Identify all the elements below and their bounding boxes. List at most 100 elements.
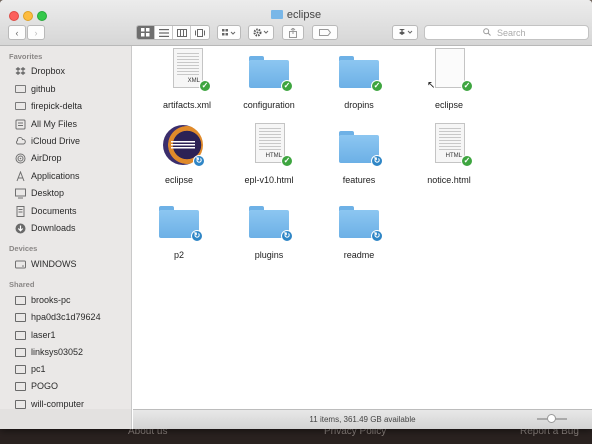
all-files-icon bbox=[15, 119, 26, 129]
sidebar-item-windows[interactable]: WINDOWS bbox=[15, 256, 131, 272]
icon-size-slider[interactable] bbox=[537, 414, 567, 423]
applications-icon bbox=[16, 170, 25, 181]
file-name: eclipse bbox=[164, 175, 193, 185]
sidebar-item-desktop[interactable]: Desktop bbox=[15, 185, 131, 201]
sidebar-item-label: Applications bbox=[31, 171, 80, 181]
sidebar-item-applications[interactable]: Applications bbox=[15, 168, 131, 184]
file-ext-label: XML bbox=[187, 78, 200, 84]
action-button[interactable] bbox=[248, 25, 274, 40]
dropbox-icon bbox=[399, 29, 413, 35]
sidebar-item-label: pc1 bbox=[31, 364, 46, 374]
monitor-icon bbox=[15, 347, 26, 357]
monitor-icon bbox=[15, 364, 26, 374]
sidebar-item-label: will-computer bbox=[31, 399, 85, 409]
sidebar-item-laser1[interactable]: laser1 bbox=[15, 327, 131, 343]
file-name: notice.html bbox=[427, 175, 471, 185]
sidebar-item-label: github bbox=[31, 84, 56, 94]
column-view-button[interactable] bbox=[173, 26, 191, 39]
monitor-icon bbox=[15, 330, 26, 340]
gear-icon bbox=[253, 28, 269, 37]
list-view-button[interactable] bbox=[155, 26, 173, 39]
synced-check-icon: ✓ bbox=[371, 80, 383, 92]
sidebar-item-linksys03052[interactable]: linksys03052 bbox=[15, 344, 131, 360]
sidebar-item-all-my-files[interactable]: All My Files bbox=[15, 116, 131, 132]
syncing-icon: ↻ bbox=[191, 230, 203, 242]
back-icon: ‹ bbox=[15, 27, 19, 38]
file-ext-label: HTML bbox=[445, 153, 462, 159]
sidebar-item-hpa0d3c1d79624[interactable]: hpa0d3c1d79624 bbox=[15, 309, 131, 325]
sidebar-item-icloud-drive[interactable]: iCloud Drive bbox=[15, 133, 131, 149]
sidebar-item-label: iCloud Drive bbox=[31, 136, 81, 146]
monitor-icon bbox=[15, 312, 26, 322]
sidebar-item-documents[interactable]: Documents bbox=[15, 203, 131, 219]
list-view-icon bbox=[158, 28, 169, 37]
sidebar-item-airdrop[interactable]: AirDrop bbox=[15, 150, 131, 166]
syncing-icon: ↻ bbox=[281, 230, 293, 242]
monitor-icon bbox=[15, 399, 26, 409]
sidebar-item-github[interactable]: github bbox=[15, 81, 131, 97]
file-name: dropins bbox=[344, 100, 374, 110]
sidebar-item-label: WINDOWS bbox=[31, 259, 77, 269]
synced-check-icon: ✓ bbox=[461, 155, 473, 167]
synced-check-icon: ✓ bbox=[281, 155, 293, 167]
synced-check-icon: ✓ bbox=[199, 80, 211, 92]
view-mode-control[interactable] bbox=[136, 25, 210, 40]
documents-icon bbox=[16, 205, 25, 217]
slider-knob[interactable] bbox=[547, 414, 556, 423]
search-icon bbox=[483, 27, 491, 38]
tag-icon bbox=[319, 29, 331, 36]
search-input[interactable]: Search bbox=[424, 25, 589, 40]
forward-icon: › bbox=[34, 27, 38, 38]
file-name: plugins bbox=[254, 250, 284, 260]
sidebar-item-label: AirDrop bbox=[31, 153, 62, 163]
forward-button[interactable]: › bbox=[27, 25, 45, 40]
sidebar-item-label: laser1 bbox=[31, 330, 56, 340]
syncing-icon: ↻ bbox=[371, 155, 383, 167]
tags-button[interactable] bbox=[312, 25, 338, 40]
alias-file-icon bbox=[435, 48, 465, 88]
titlebar: eclipse ‹ › Search bbox=[0, 0, 592, 46]
folder-icon bbox=[15, 85, 26, 93]
search-placeholder: Search bbox=[497, 27, 526, 38]
dropbox-icon bbox=[15, 66, 26, 75]
cloud-icon bbox=[15, 136, 26, 144]
sidebar-item-pc1[interactable]: pc1 bbox=[15, 361, 131, 377]
html-file-icon: HTML bbox=[255, 123, 285, 163]
file-name: configuration bbox=[243, 100, 295, 110]
monitor-icon bbox=[15, 381, 26, 391]
sidebar-item-firepick-delta[interactable]: firepick-delta bbox=[15, 98, 131, 114]
shared-header: Shared bbox=[9, 280, 35, 289]
desktop-icon bbox=[15, 188, 26, 198]
file-name: features bbox=[342, 175, 376, 185]
synced-check-icon: ✓ bbox=[281, 80, 293, 92]
share-button[interactable] bbox=[282, 25, 304, 40]
sidebar-item-label: firepick-delta bbox=[31, 101, 83, 111]
file-ext-label: HTML bbox=[265, 153, 282, 159]
sidebar-item-label: Dropbox bbox=[31, 66, 66, 76]
sidebar-item-pogo[interactable]: POGO bbox=[15, 378, 131, 394]
syncing-icon: ↻ bbox=[193, 155, 205, 167]
synced-check-icon: ✓ bbox=[461, 80, 473, 92]
cover-flow-icon bbox=[195, 28, 205, 37]
favorites-header: Favorites bbox=[9, 52, 43, 61]
file-name: epl-v10.html bbox=[244, 175, 294, 185]
dropbox-button[interactable] bbox=[392, 25, 418, 40]
arrange-icon bbox=[222, 28, 236, 35]
xml-file-icon: XML bbox=[173, 48, 203, 88]
cover-flow-button[interactable] bbox=[191, 26, 209, 39]
drive-icon bbox=[15, 260, 26, 268]
folder-icon bbox=[270, 10, 283, 19]
icon-view-button[interactable] bbox=[137, 26, 155, 39]
file-grid: XML ✓ artifacts.xml ✓ configuration ✓ dr… bbox=[133, 46, 592, 409]
sidebar-item-brooks-pc[interactable]: brooks-pc bbox=[15, 292, 131, 308]
sidebar-item-label: linksys03052 bbox=[31, 347, 84, 357]
sidebar-footer bbox=[0, 409, 132, 429]
arrange-button[interactable] bbox=[217, 25, 241, 40]
sidebar-item-dropbox[interactable]: Dropbox bbox=[15, 63, 131, 79]
html-file-icon: HTML bbox=[435, 123, 465, 163]
status-text: 11 items, 361.49 GB available bbox=[309, 415, 416, 424]
monitor-icon bbox=[15, 295, 26, 305]
file-name: eclipse bbox=[434, 100, 463, 110]
back-button[interactable]: ‹ bbox=[8, 25, 26, 40]
sidebar-item-downloads[interactable]: Downloads bbox=[15, 220, 131, 236]
